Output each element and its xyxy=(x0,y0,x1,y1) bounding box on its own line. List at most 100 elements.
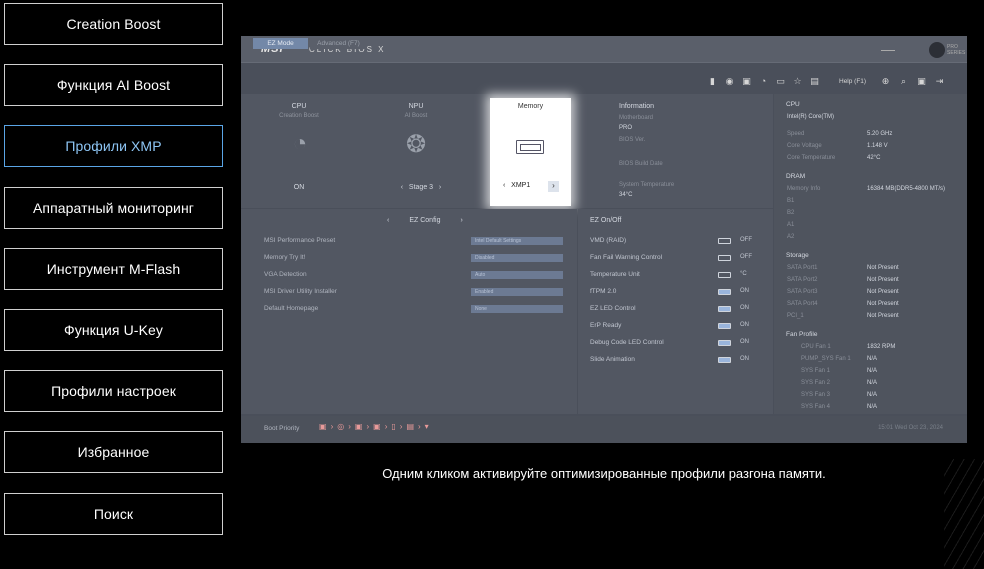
boot-disc-icon: ◎ xyxy=(337,422,345,431)
onoff-value: OFF xyxy=(740,237,752,243)
toolbar-icons: ▮ ◉ ▣ ◔ ▭ ☆ ▤ xyxy=(707,76,820,87)
memory-column-label: Memory xyxy=(517,103,544,110)
menu-label: Функция U-Key xyxy=(63,322,163,338)
ez-config-key: MSI Driver Utility Installer xyxy=(264,288,337,295)
menu-item-xmp-profiles[interactable]: Профили XMP xyxy=(4,125,223,167)
info-line: 34°C xyxy=(619,192,633,198)
cpu-panel-title: CPU xyxy=(786,101,800,108)
menu-item-search[interactable]: Поиск xyxy=(4,493,223,535)
boot-device-icons: ▣ › ◎ › ▣ › ▣ › ▯ › ▤ › ▾ xyxy=(319,422,429,431)
npu-column-foot: ‹ Stage 3 › xyxy=(400,184,442,191)
info-line: System Temperature xyxy=(619,182,675,188)
boot-network-icon: ▤ xyxy=(406,422,414,431)
menu-label: Инструмент M-Flash xyxy=(46,261,181,277)
chevron-right-icon: › xyxy=(548,181,559,192)
menu-item-creation-boost[interactable]: Creation Boost xyxy=(4,3,223,45)
menu-item-hardware-monitor[interactable]: Аппаратный мониторинг xyxy=(4,187,223,229)
pro-series-logo-icon xyxy=(929,42,945,58)
cd-icon: ◉ xyxy=(725,76,734,86)
boot-priority-label: Boot Priority xyxy=(264,425,300,432)
info-title: Information xyxy=(619,103,655,110)
cpu-column-label: CPU xyxy=(291,103,307,110)
profile-icon: ▤ xyxy=(810,76,819,86)
ez-config-key: MSI Performance Preset xyxy=(264,237,336,244)
onoff-key: ErP Ready xyxy=(590,322,622,329)
onoff-value: ON xyxy=(740,305,749,311)
onoff-key: EZ LED Control xyxy=(590,305,636,312)
tab-ez-mode: EZ Mode xyxy=(253,38,308,49)
globe-icon: ⊕ xyxy=(881,76,890,86)
onoff-value: ON xyxy=(740,356,749,362)
fan-panel-title: Fan Profile xyxy=(786,331,818,338)
toggle-switch xyxy=(718,306,731,312)
ez-config-value: None xyxy=(471,305,563,313)
series-text: PRO SERIES xyxy=(947,44,966,56)
toolbar-icons-right: ⊕ ⌕ ▣ ⇥ xyxy=(880,76,945,87)
onoff-value: ON xyxy=(740,322,749,328)
toggle-switch xyxy=(718,238,731,244)
menu-item-favorites[interactable]: Избранное xyxy=(4,431,223,473)
menu-label: Аппаратный мониторинг xyxy=(32,200,194,216)
ez-config-value: Auto xyxy=(471,271,563,279)
menu-label: Функция AI Boost xyxy=(56,77,171,93)
menu-label: Поиск xyxy=(93,506,134,522)
boot-usb-icon: ▯ xyxy=(391,422,396,431)
onoff-key: fTPM 2.0 xyxy=(590,288,617,295)
onoff-value: ON xyxy=(740,288,749,294)
toggle-switch xyxy=(718,323,731,329)
menu-label: Профили XMP xyxy=(65,138,162,154)
memory-module-icon xyxy=(516,140,544,154)
menu-label: Профили настроек xyxy=(51,383,176,399)
minimize-icon xyxy=(881,50,895,51)
cpu-column-sub: Creation Boost xyxy=(279,113,319,119)
npu-brain-icon: ❂ xyxy=(405,131,427,158)
memory-xmp-value: XMP1 xyxy=(511,182,531,189)
tab-advanced: Advanced (F7) xyxy=(310,38,367,49)
boot-usb-icon: ▾ xyxy=(424,422,429,431)
menu-item-m-flash[interactable]: Инструмент M-Flash xyxy=(4,248,223,290)
ez-onoff-title: EZ On/Off xyxy=(590,217,622,224)
boot-drive-icon: ▣ xyxy=(373,422,381,431)
ez-config-key: VGA Detection xyxy=(264,271,307,278)
info-line: Motherboard xyxy=(619,115,654,121)
info-line: BIOS Ver. xyxy=(619,137,646,143)
ez-config-title: ‹ EZ Config › xyxy=(387,217,463,224)
npu-stage: Stage 3 xyxy=(408,184,434,191)
usb-icon: ▮ xyxy=(710,76,715,86)
npu-column-sub: AI Boost xyxy=(404,113,428,119)
ez-config-key: Memory Try It! xyxy=(264,254,306,261)
search-icon: ⌕ xyxy=(900,76,907,86)
onoff-key: Debug Code LED Control xyxy=(590,339,664,346)
boot-drive-icon: ▣ xyxy=(354,422,363,431)
bios-datetime: 15:01 Wed Oct 23, 2024 xyxy=(878,425,943,431)
ez-config-value: Enabled xyxy=(471,288,563,296)
toggle-switch xyxy=(718,272,731,278)
menu-item-u-key[interactable]: Функция U-Key xyxy=(4,309,223,351)
cpu-name: Intel(R) Core(TM) xyxy=(787,114,835,120)
camera-icon: ▣ xyxy=(917,76,926,86)
storage-panel-title: Storage xyxy=(786,252,809,259)
toggle-switch xyxy=(718,255,731,261)
menu-item-ai-boost[interactable]: Функция AI Boost xyxy=(4,64,223,106)
dram-panel-title: DRAM xyxy=(786,173,806,180)
npu-column-label: NPU xyxy=(408,103,424,110)
bios-preview: MSI CLICK BIOS X PRO SERIES EZ Mode Adva… xyxy=(241,36,967,443)
exit-icon: ⇥ xyxy=(935,76,944,86)
ez-config-value: Intel Default Settings xyxy=(471,237,563,245)
help-link: Help (F1) xyxy=(839,78,867,85)
cpu-icon: ▣ xyxy=(742,76,751,86)
monitor-icon: ▭ xyxy=(776,76,785,86)
boot-drive-icon: ▣ xyxy=(319,422,327,431)
onoff-value: °C xyxy=(740,271,747,277)
ez-config-key: Default Homepage xyxy=(264,305,319,312)
onoff-key: VMD (RAID) xyxy=(590,237,627,244)
toggle-switch xyxy=(718,289,731,295)
feature-caption: Одним кликом активируйте оптимизированны… xyxy=(382,466,826,481)
onoff-key: Slide Animation xyxy=(590,356,635,363)
menu-label: Creation Boost xyxy=(66,16,161,32)
star-icon: ☆ xyxy=(793,76,802,86)
toggle-switch xyxy=(718,357,731,363)
menu-item-settings-profiles[interactable]: Профили настроек xyxy=(4,370,223,412)
cpu-gauge-icon: ◔ xyxy=(292,130,308,157)
onoff-value: ON xyxy=(740,339,749,345)
